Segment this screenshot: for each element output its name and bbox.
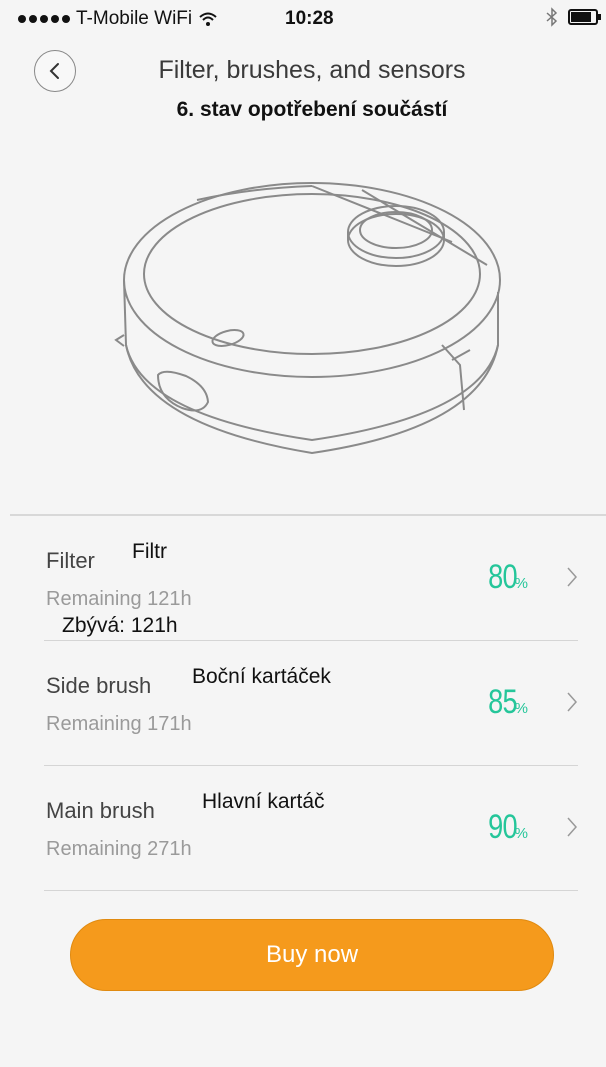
battery-icon	[568, 9, 601, 25]
list-item-filter[interactable]: Filter Filtr Remaining 121h Zbývá: 121h …	[44, 516, 578, 641]
page-title: Filter, brushes, and sensors	[158, 56, 466, 84]
item-name: Side brush	[46, 673, 152, 698]
item-name-cz: Boční kartáček	[192, 665, 331, 688]
bluetooth-icon	[546, 7, 558, 27]
buy-now-button[interactable]: Buy now	[70, 919, 554, 991]
robot-vacuum-illustration	[114, 182, 501, 455]
item-remaining: Remaining 171h	[46, 713, 192, 735]
list-item-side-brush[interactable]: Side brush Boční kartáček Remaining 171h…	[44, 641, 578, 766]
consumables-list: Filter Filtr Remaining 121h Zbývá: 121h …	[0, 516, 606, 891]
item-remaining-cz: Zbývá: 121h	[62, 614, 178, 637]
item-name-cz: Filtr	[132, 540, 167, 563]
item-percent: 80%	[487, 558, 528, 596]
list-item-main-brush[interactable]: Main brush Hlavní kartáč Remaining 271h …	[44, 766, 578, 891]
item-name: Main brush	[46, 798, 155, 823]
item-remaining: Remaining 121h	[46, 588, 192, 610]
status-bar: T-Mobile WiFi 10:28	[0, 0, 606, 36]
chevron-right-icon	[567, 692, 578, 712]
item-name: Filter	[46, 548, 95, 573]
signal-icon	[18, 15, 70, 23]
chevron-right-icon	[567, 567, 578, 587]
chevron-right-icon	[567, 817, 578, 837]
wifi-icon	[199, 12, 217, 26]
page-subtitle: 6. stav opotřebení součástí	[176, 98, 448, 121]
carrier-name: T-Mobile WiFi	[76, 8, 193, 29]
item-percent: 90%	[487, 808, 528, 846]
row-divider	[44, 890, 578, 891]
status-time: 10:28	[285, 8, 334, 29]
nav-bar: Filter, brushes, and sensors	[0, 46, 606, 96]
item-name-cz: Hlavní kartáč	[202, 790, 325, 813]
item-remaining: Remaining 271h	[46, 838, 192, 860]
carrier: T-Mobile WiFi	[18, 8, 218, 30]
item-percent: 85%	[487, 683, 528, 721]
